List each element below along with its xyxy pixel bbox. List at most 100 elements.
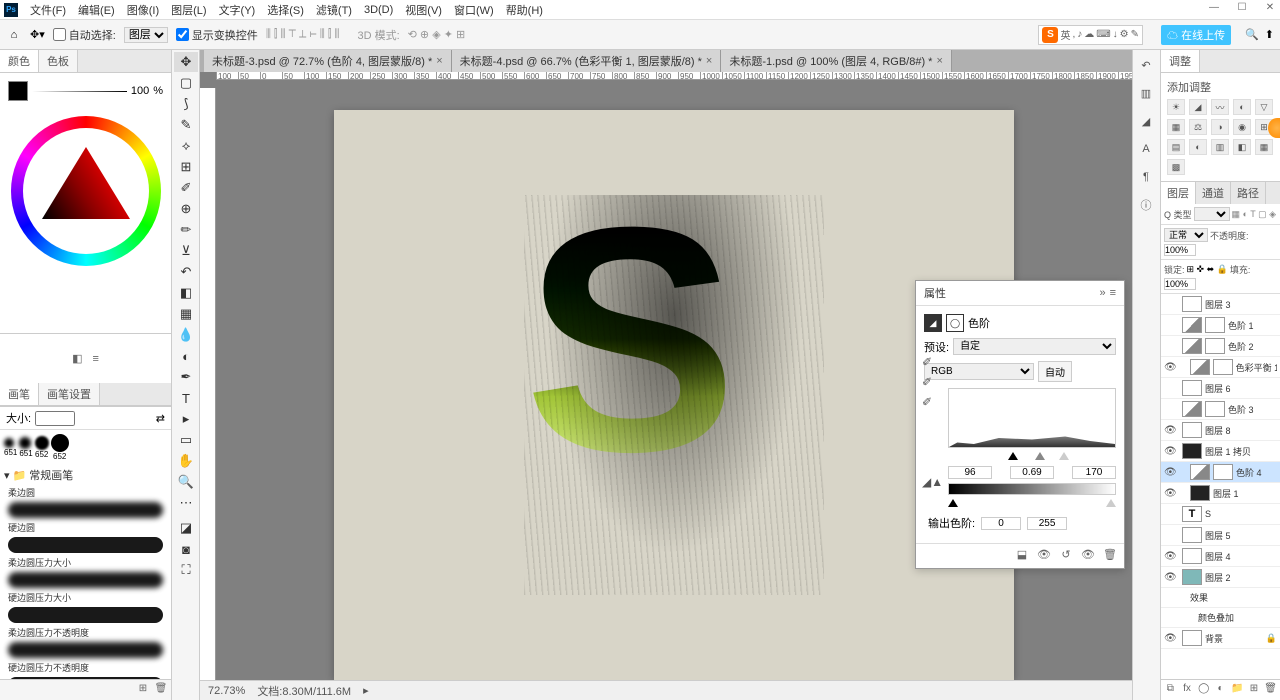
crop-tool[interactable]: ⟡: [174, 136, 198, 156]
menu-file[interactable]: 文件(F): [24, 0, 72, 20]
tab-paths[interactable]: 路径: [1231, 182, 1266, 204]
input-black[interactable]: [948, 466, 992, 479]
close-tab-icon[interactable]: ×: [936, 55, 942, 67]
toggle-visibility-icon[interactable]: 👁: [1080, 548, 1096, 564]
zoom-tool[interactable]: 🔍: [174, 472, 198, 492]
group-icon[interactable]: 📁: [1231, 683, 1244, 697]
move-tool-icon[interactable]: ✥▾: [30, 28, 45, 41]
tab-color[interactable]: 颜色: [0, 50, 39, 72]
layer-row[interactable]: 👁色阶 4: [1161, 462, 1280, 483]
input-white[interactable]: [1072, 466, 1116, 479]
panel-icon[interactable]: ◧: [72, 352, 82, 365]
hue-icon[interactable]: ▦: [1167, 119, 1185, 135]
actions-icon[interactable]: ▥: [1135, 82, 1157, 104]
exposure-icon[interactable]: ◐: [1233, 99, 1251, 115]
color-slider[interactable]: [32, 91, 127, 92]
brightness-icon[interactable]: ☀: [1167, 99, 1185, 115]
tab-adjustments[interactable]: 调整: [1161, 50, 1200, 72]
levels-adj-icon[interactable]: ◢: [1189, 99, 1207, 115]
notification-blob[interactable]: [1268, 118, 1280, 138]
menu-window[interactable]: 窗口(W): [448, 0, 500, 20]
lookup-icon[interactable]: ▤: [1167, 139, 1185, 155]
menu-help[interactable]: 帮助(H): [500, 0, 549, 20]
collapse-icon[interactable]: »: [1099, 287, 1105, 299]
close-icon[interactable]: ✕: [1262, 2, 1278, 14]
quick-select-tool[interactable]: ✎: [174, 115, 198, 135]
preset-select[interactable]: 自定: [953, 338, 1116, 355]
close-tab-icon[interactable]: ×: [436, 55, 442, 67]
layer-row[interactable]: 色阶 2: [1161, 336, 1280, 357]
zoom-level[interactable]: 72.73%: [208, 685, 245, 697]
sample-gray-icon[interactable]: ✐: [922, 375, 943, 389]
layer-row[interactable]: 色阶 3: [1161, 399, 1280, 420]
new-layer-icon[interactable]: ⊞: [1248, 683, 1261, 697]
layer-row[interactable]: 图层 3: [1161, 294, 1280, 315]
gradient-tool[interactable]: ▦: [174, 304, 198, 324]
balance-icon[interactable]: ⚖: [1189, 119, 1207, 135]
type-tool[interactable]: T: [174, 388, 198, 408]
quick-mask[interactable]: ◙: [174, 539, 198, 559]
brush-tool[interactable]: ✏: [174, 220, 198, 240]
layer-row[interactable]: 👁图层 4: [1161, 546, 1280, 567]
layer-row[interactable]: 色阶 1: [1161, 315, 1280, 336]
layer-row[interactable]: 👁图层 2: [1161, 567, 1280, 588]
frame-tool[interactable]: ⊞: [174, 157, 198, 177]
blur-tool[interactable]: 💧: [174, 325, 198, 345]
ime-bar[interactable]: S 英,♪☁⌨↓⚙✎: [1038, 25, 1143, 45]
new-brush-icon[interactable]: ⊞: [136, 683, 150, 697]
auto-button[interactable]: 自动: [1038, 361, 1072, 382]
link-layers-icon[interactable]: ⧉: [1164, 683, 1177, 697]
close-tab-icon[interactable]: ×: [706, 55, 712, 67]
delete-layer-icon[interactable]: 🗑: [1264, 683, 1277, 697]
clip-to-layer-icon[interactable]: ⬓: [1014, 548, 1030, 564]
layer-row[interactable]: 颜色叠加: [1161, 608, 1280, 628]
menu-select[interactable]: 选择(S): [261, 0, 310, 20]
menu-icon[interactable]: ≡: [1110, 287, 1116, 299]
output-black[interactable]: [981, 517, 1021, 530]
tab-swatches[interactable]: 色板: [39, 50, 78, 72]
minimize-icon[interactable]: —: [1206, 2, 1222, 14]
home-icon[interactable]: ⌂: [6, 27, 22, 43]
char-icon[interactable]: A: [1135, 138, 1157, 160]
delete-brush-icon[interactable]: 🗑: [154, 683, 168, 697]
blend-mode-select[interactable]: 正常: [1164, 228, 1208, 242]
maximize-icon[interactable]: ☐: [1234, 2, 1250, 14]
menu-edit[interactable]: 编辑(E): [72, 0, 121, 20]
layer-kind-filter[interactable]: [1194, 207, 1230, 221]
ruler-horizontal[interactable]: 1005005010015020025030035040045050055060…: [216, 72, 1132, 80]
color-swap[interactable]: ◪: [174, 518, 198, 538]
layer-row[interactable]: 👁图层 1: [1161, 483, 1280, 504]
mask-icon[interactable]: ◯: [1197, 683, 1210, 697]
gamma-slider[interactable]: [1035, 452, 1045, 460]
bw-icon[interactable]: ◑: [1211, 119, 1229, 135]
clip-icon[interactable]: ◢▲: [922, 475, 943, 489]
move-tool[interactable]: ✥: [174, 52, 198, 72]
fx-icon[interactable]: fx: [1181, 683, 1194, 697]
sample-black-icon[interactable]: ✐: [922, 355, 943, 369]
view-previous-icon[interactable]: 👁: [1036, 548, 1052, 564]
share-icon[interactable]: ⬆: [1265, 28, 1274, 41]
screen-mode[interactable]: ⛶: [174, 560, 198, 580]
stamp-tool[interactable]: ⊻: [174, 241, 198, 261]
canvas[interactable]: S: [334, 110, 1014, 680]
white-point-slider[interactable]: [1059, 452, 1069, 460]
layer-row[interactable]: 效果: [1161, 588, 1280, 608]
info-icon[interactable]: ⓘ: [1135, 194, 1157, 216]
levels-icon[interactable]: ◢: [1135, 110, 1157, 132]
brush-size-input[interactable]: [35, 411, 75, 426]
sogou-icon[interactable]: S: [1042, 27, 1058, 43]
auto-select-dropdown[interactable]: 图层: [124, 27, 168, 43]
marquee-tool[interactable]: ▢: [174, 73, 198, 93]
shape-tool[interactable]: ▭: [174, 430, 198, 450]
eyedropper-tool[interactable]: ✐: [174, 178, 198, 198]
menu-type[interactable]: 文字(Y): [213, 0, 262, 20]
sample-white-icon[interactable]: ✐: [922, 395, 943, 409]
transform-controls-checkbox[interactable]: 显示变换控件: [176, 27, 258, 43]
tab-brush-settings[interactable]: 画笔设置: [39, 383, 100, 405]
pen-tool[interactable]: ✒: [174, 367, 198, 387]
output-white[interactable]: [1027, 517, 1067, 530]
cloud-upload-button[interactable]: ☁ 在线上传: [1161, 25, 1231, 45]
color-wheel[interactable]: [11, 116, 161, 266]
invert-icon[interactable]: ◐: [1189, 139, 1207, 155]
foreground-swatch[interactable]: [8, 81, 28, 101]
